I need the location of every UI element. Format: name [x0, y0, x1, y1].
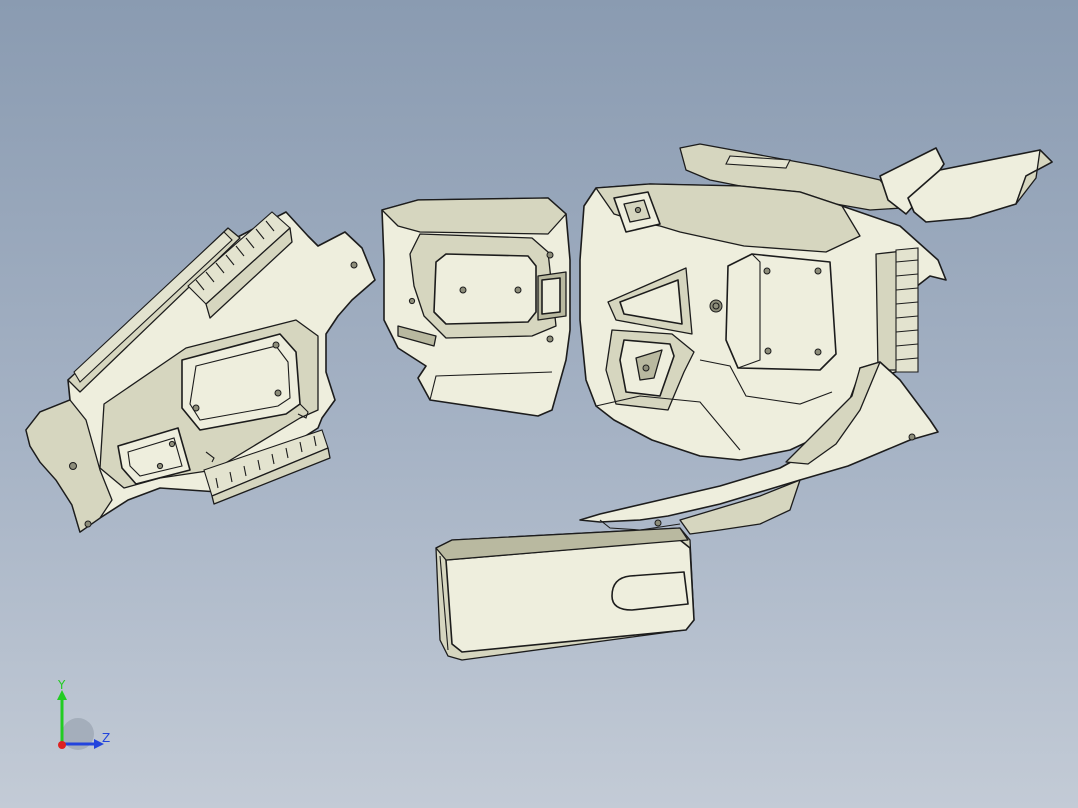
part-top-fin[interactable] — [879, 147, 1053, 223]
part-magazine[interactable] — [435, 527, 695, 661]
x-axis-dot-icon — [58, 741, 66, 749]
front-picatinny-rail — [875, 247, 919, 373]
cad-viewport[interactable]: Y Z — [0, 0, 1078, 808]
part-rear-section[interactable] — [25, 211, 376, 533]
axis-triad: Y Z — [40, 678, 130, 760]
part-center-shell[interactable] — [381, 197, 571, 417]
model-assembly-view[interactable] — [0, 0, 1078, 808]
axis-triad-graphic: Y Z — [57, 678, 110, 750]
y-axis-label: Y — [57, 680, 66, 692]
z-axis-label: Z — [102, 731, 110, 745]
